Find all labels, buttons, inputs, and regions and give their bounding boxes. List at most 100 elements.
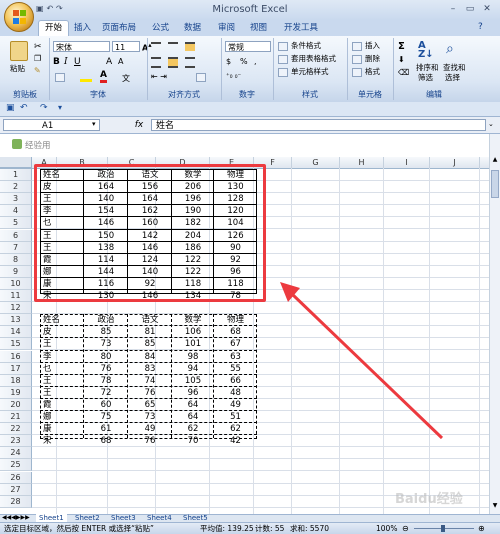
close-button[interactable]: ✕ <box>480 3 494 15</box>
currency-icon[interactable]: $ <box>226 57 231 66</box>
namebox-dropdown-icon[interactable]: ▾ <box>92 120 96 128</box>
font-color-icon[interactable]: A <box>100 71 107 83</box>
tab-formulas[interactable]: 公式 <box>146 21 175 36</box>
row-header-9[interactable]: 9 <box>0 265 32 278</box>
zoom-in-icon[interactable]: ⊕ <box>478 523 485 534</box>
find-select-label-1[interactable]: 查找和 <box>443 63 466 73</box>
sort-filter-icon[interactable]: A Z↓ <box>418 41 436 60</box>
find-select-label-2[interactable]: 选择 <box>445 73 460 83</box>
sheet-tab-5[interactable]: Sheet5 <box>180 514 211 522</box>
formula-input[interactable]: 姓名 <box>151 119 486 131</box>
sheet-tab-2[interactable]: Sheet2 <box>72 514 103 522</box>
addin-icon[interactable] <box>12 139 22 149</box>
merge-center-icon[interactable] <box>196 73 206 82</box>
find-select-icon[interactable]: ⌕ <box>446 41 454 57</box>
fill-color-icon[interactable] <box>80 72 92 82</box>
sort-filter-label-1[interactable]: 排序和 <box>416 63 439 73</box>
row-header-18[interactable]: 18 <box>0 374 32 387</box>
fill-icon[interactable]: ⬇ <box>398 55 405 64</box>
row-header-19[interactable]: 19 <box>0 386 32 399</box>
bold-icon[interactable]: B <box>53 57 60 67</box>
tab-view[interactable]: 视图 <box>244 21 273 36</box>
scroll-up-icon[interactable]: ▲ <box>491 156 499 166</box>
undo-icon[interactable]: ↶ <box>46 4 53 13</box>
vertical-align-icons[interactable] <box>151 42 211 51</box>
decimal-icons[interactable]: ⁺₀ ₀⁻ <box>226 72 241 80</box>
customize-qat-icon[interactable]: ▾ <box>58 103 62 112</box>
vertical-scrollbar[interactable]: ▲ ▼ <box>489 134 500 514</box>
percent-button[interactable]: % <box>240 57 248 66</box>
autosum-icon[interactable]: Σ <box>398 41 405 52</box>
row-header-6[interactable]: 6 <box>0 229 32 242</box>
horizontal-align-icons[interactable] <box>151 57 211 68</box>
paste-button[interactable]: 粘贴 <box>10 64 25 74</box>
cell-style-button[interactable]: 单元格样式 <box>291 67 329 77</box>
paste-icon[interactable] <box>10 41 28 61</box>
restore-button[interactable]: ▭ <box>463 3 477 15</box>
comma-button[interactable]: , <box>254 57 257 66</box>
undo-icon[interactable]: ↶ <box>20 103 28 113</box>
row-header-27[interactable]: 27 <box>0 483 32 496</box>
tab-page-layout[interactable]: 页面布局 <box>96 21 142 36</box>
decrease-font-icon[interactable]: A <box>118 57 123 66</box>
column-header-h[interactable]: H <box>340 157 384 168</box>
name-box[interactable]: A1 <box>3 119 100 131</box>
row-header-8[interactable]: 8 <box>0 253 32 266</box>
row-header-12[interactable]: 12 <box>0 302 32 315</box>
sheet-nav-icons[interactable]: ◀◀◀▶▶▶ <box>2 514 30 522</box>
phonetic-icon[interactable]: 文 <box>122 73 130 84</box>
sheet-tab-1[interactable]: Sheet1 <box>36 514 67 522</box>
row-header-3[interactable]: 3 <box>0 193 32 206</box>
underline-icon[interactable]: U <box>74 57 81 67</box>
insert-function-button[interactable]: fx <box>130 119 148 131</box>
italic-icon[interactable]: I <box>64 57 68 67</box>
redo-icon[interactable]: ↷ <box>40 103 48 113</box>
select-all-corner[interactable] <box>0 157 32 168</box>
row-header-17[interactable]: 17 <box>0 362 32 375</box>
number-format-combo[interactable]: 常规 <box>225 41 271 52</box>
scroll-thumb[interactable] <box>491 170 499 198</box>
sheet-tab-4[interactable]: Sheet4 <box>144 514 175 522</box>
insert-cells-button[interactable]: 插入 <box>365 41 380 51</box>
minimize-button[interactable]: – <box>446 3 460 15</box>
row-header-24[interactable]: 24 <box>0 447 32 460</box>
font-name-combo[interactable]: 宋体 <box>53 41 110 52</box>
borders-icon[interactable] <box>55 73 65 82</box>
row-header-23[interactable]: 23 <box>0 435 32 448</box>
row-header-20[interactable]: 20 <box>0 398 32 411</box>
cut-icon[interactable]: ✂ <box>34 42 42 52</box>
row-header-16[interactable]: 16 <box>0 350 32 363</box>
paste-table-cell[interactable]: 68 <box>84 435 128 447</box>
clear-icon[interactable]: ⌫ <box>398 68 409 77</box>
format-painter-icon[interactable]: ✎ <box>34 66 41 75</box>
column-header-j[interactable]: J <box>430 157 480 168</box>
column-header-g[interactable]: G <box>292 157 340 168</box>
sort-filter-label-2[interactable]: 筛选 <box>418 73 433 83</box>
scroll-down-icon[interactable]: ▼ <box>491 502 499 512</box>
font-size-combo[interactable]: 11 <box>112 41 140 52</box>
row-header-25[interactable]: 25 <box>0 459 32 472</box>
tab-review[interactable]: 审阅 <box>212 21 241 36</box>
row-header-15[interactable]: 15 <box>0 338 32 351</box>
row-header-11[interactable]: 11 <box>0 290 32 302</box>
addin-label[interactable]: 经验用 <box>25 139 51 151</box>
help-icon[interactable]: ? <box>478 22 483 32</box>
copy-icon[interactable]: ❐ <box>34 54 41 63</box>
increase-font-icon[interactable]: A <box>106 57 112 67</box>
row-header-1[interactable]: 1 <box>0 169 32 181</box>
row-header-28[interactable]: 28 <box>0 495 32 508</box>
paste-table-cell[interactable]: 76 <box>128 435 172 447</box>
conditional-format-button[interactable]: 条件格式 <box>291 41 321 51</box>
paste-table-cell[interactable]: 70 <box>172 435 214 447</box>
row-header-2[interactable]: 2 <box>0 181 32 194</box>
tab-data[interactable]: 数据 <box>178 21 207 36</box>
tab-insert[interactable]: 插入 <box>68 21 97 36</box>
tab-developer[interactable]: 开发工具 <box>278 21 324 36</box>
save-icon[interactable]: ▣ <box>6 103 15 113</box>
expand-formula-icon[interactable]: ⌄ <box>488 120 494 128</box>
row-header-4[interactable]: 4 <box>0 205 32 218</box>
tab-home[interactable]: 开始 <box>38 20 70 37</box>
office-button[interactable] <box>4 2 34 32</box>
sheet-tab-3[interactable]: Sheet3 <box>108 514 139 522</box>
save-icon[interactable]: ▣ <box>36 4 44 13</box>
